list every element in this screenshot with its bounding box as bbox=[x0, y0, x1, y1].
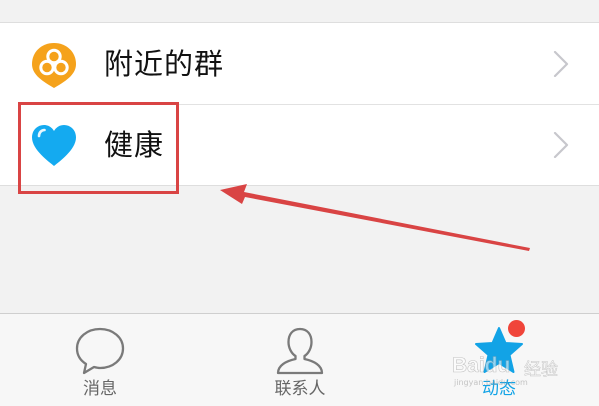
menu-list: 附近的群 健康 bbox=[0, 22, 599, 186]
annotation-arrow bbox=[220, 184, 530, 251]
contacts-person-icon bbox=[276, 327, 324, 375]
tab-label: 联系人 bbox=[274, 379, 326, 399]
tab-label: 动态 bbox=[482, 379, 516, 399]
chevron-right-icon bbox=[553, 51, 569, 77]
notification-badge bbox=[508, 320, 525, 337]
menu-item-label: 健康 bbox=[104, 128, 165, 162]
bottom-tab-bar: 消息 联系人 动态 bbox=[0, 313, 599, 406]
menu-item-label: 附近的群 bbox=[104, 47, 225, 81]
menu-item-nearby-groups[interactable]: 附近的群 bbox=[0, 23, 599, 104]
message-bubble-icon bbox=[75, 327, 125, 375]
menu-item-health[interactable]: 健康 bbox=[0, 104, 599, 185]
tab-activity[interactable]: 动态 bbox=[399, 314, 599, 406]
tab-label: 消息 bbox=[83, 379, 117, 399]
screen: 附近的群 健康 消息 联系人 动态 Baidu 经验 jingyan.baidu… bbox=[0, 0, 599, 406]
heart-icon bbox=[32, 125, 76, 166]
chevron-right-icon bbox=[553, 132, 569, 158]
group-location-icon bbox=[32, 43, 76, 88]
tab-messages[interactable]: 消息 bbox=[0, 314, 200, 406]
tab-contacts[interactable]: 联系人 bbox=[200, 314, 400, 406]
